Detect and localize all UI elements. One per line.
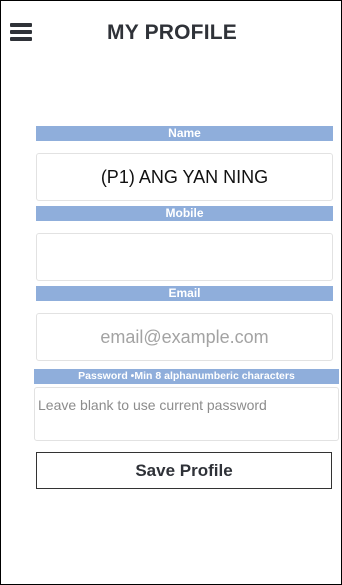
password-input[interactable] <box>35 388 338 440</box>
password-label: Password •Min 8 alphanumberic characters <box>34 369 339 384</box>
mobile-field-container <box>36 233 333 281</box>
email-label: Email <box>36 286 333 301</box>
name-field-container <box>36 153 333 201</box>
email-field-container <box>36 313 333 361</box>
mobile-label: Mobile <box>36 206 333 221</box>
page-title: MY PROFILE <box>107 21 237 44</box>
email-input[interactable] <box>37 314 332 360</box>
save-profile-button[interactable]: Save Profile <box>36 452 332 489</box>
password-field-container <box>34 387 339 441</box>
header: MY PROFILE <box>1 1 341 61</box>
name-input[interactable] <box>37 154 332 200</box>
mobile-input[interactable] <box>37 234 332 280</box>
app-frame: MY PROFILE Name Mobile Email Password •M… <box>0 0 342 585</box>
name-label: Name <box>36 126 333 141</box>
